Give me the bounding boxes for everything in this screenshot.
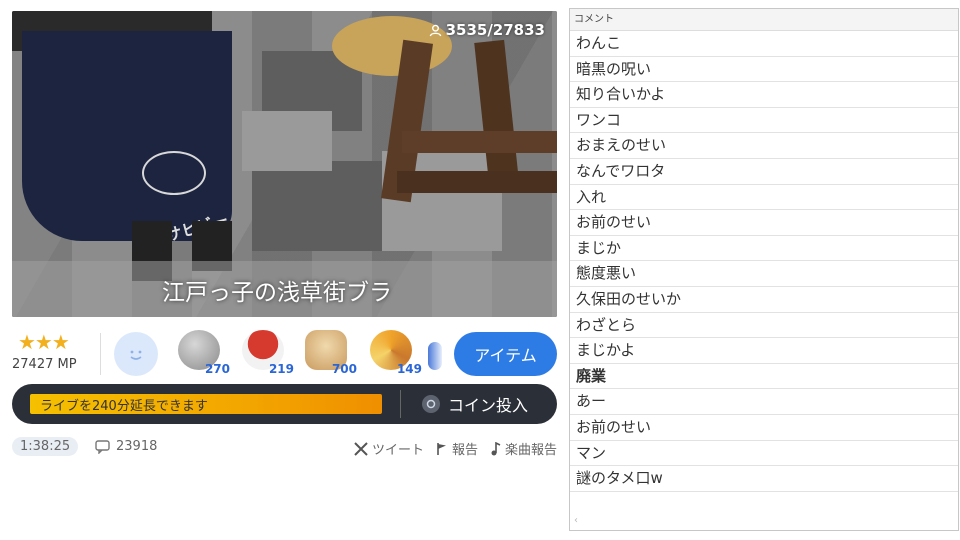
tweet-label: ツイート	[371, 443, 424, 458]
action-links: ツイート 報告 楽曲報告	[354, 439, 557, 458]
comment-row[interactable]: 知り合いかよ	[570, 82, 958, 108]
viewer-count-text: 3535/27833	[445, 21, 545, 39]
wooden-stand	[402, 131, 557, 153]
comment-row[interactable]: マン	[570, 441, 958, 467]
comment-row[interactable]: ワンコ	[570, 108, 958, 134]
stream-caption: 江戸っ子の浅草街ブラ	[162, 280, 392, 306]
gift-count: 270	[204, 362, 230, 376]
mp-count: 27427 MP	[12, 357, 77, 372]
report-label: 報告	[451, 443, 478, 458]
gift-count: 700	[331, 362, 357, 376]
gift-count: 219	[268, 362, 294, 376]
item-button[interactable]: アイテム	[454, 332, 557, 376]
coin-icon	[422, 395, 440, 413]
scroll-left-icon[interactable]: ‹	[574, 515, 578, 526]
rating-stars: ★★★	[18, 330, 70, 354]
comment-row[interactable]: 謎のタメ口w	[570, 466, 958, 492]
extension-bar: ライブを240分延長できます コイン投入	[12, 384, 557, 424]
comment-row[interactable]: まじか	[570, 236, 958, 262]
viewer-count: 3535/27833	[429, 21, 545, 39]
music-report-label: 楽曲報告	[504, 443, 557, 458]
comment-row[interactable]: あー	[570, 389, 958, 415]
comment-list[interactable]: わんこ 暗黒の呪い 知り合いかよ ワンコ おまえのせい なんでワロタ 入れ お前のせい まじか態…	[570, 31, 958, 492]
gift-coin[interactable]: 270	[176, 330, 230, 376]
comment-row[interactable]: 入れ	[570, 185, 958, 211]
comment-row[interactable]: お前のせい	[570, 415, 958, 441]
comment-icon	[95, 439, 110, 454]
comment-count: 23918	[95, 439, 157, 454]
comment-row[interactable]: わんこ	[570, 31, 958, 57]
comment-row[interactable]: まじかよ	[570, 338, 958, 364]
music-report-link[interactable]: 楽曲報告	[490, 439, 557, 458]
video-player[interactable]: アサヒビール 3535/27833 江戸っ子の浅草街ブラ	[12, 11, 557, 317]
comment-panel-header: コメント	[570, 9, 958, 31]
flag-icon	[437, 442, 446, 455]
gift-party[interactable]: 149	[368, 330, 422, 376]
person-icon	[429, 24, 441, 36]
floor-tile	[252, 161, 382, 251]
coin-insert-label: コイン投入	[448, 396, 529, 415]
music-note-icon	[491, 441, 501, 455]
comment-row[interactable]: おまえのせい	[570, 133, 958, 159]
more-gifts-icon[interactable]	[428, 342, 442, 370]
gift-count: 149	[396, 362, 422, 376]
wooden-stand	[397, 171, 557, 193]
elapsed-time: 1:38:25	[12, 437, 79, 456]
comment-row[interactable]: 暗黒の呪い	[570, 57, 958, 83]
comment-row[interactable]: 久保田のせいか	[570, 287, 958, 313]
floor-tile	[242, 111, 332, 171]
divider	[400, 390, 401, 418]
comment-row[interactable]: なんでワロタ	[570, 159, 958, 185]
comment-row[interactable]: わざとら	[570, 313, 958, 339]
report-link[interactable]: 報告	[436, 439, 478, 458]
smiley-icon[interactable]	[114, 332, 158, 376]
tweet-link[interactable]: ツイート	[354, 439, 424, 458]
person-apron: アサヒビール	[22, 31, 232, 273]
apron-logo	[142, 151, 206, 195]
comment-row[interactable]: お前のせい	[570, 210, 958, 236]
comment-row[interactable]: 態度悪い	[570, 261, 958, 287]
comment-count-text: 23918	[116, 439, 158, 454]
comment-panel[interactable]: コメント わんこ 暗黒の呪い 知り合いかよ ワンコ おまえのせい なんでワロタ 入れ お前のせ…	[569, 8, 959, 531]
x-icon	[354, 441, 368, 456]
gift-toast[interactable]: 700	[303, 330, 357, 376]
gift-sushi[interactable]: 219	[240, 330, 294, 376]
coin-insert-button[interactable]: コイン投入	[422, 384, 552, 424]
extension-text: ライブを240分延長できます	[40, 399, 208, 414]
divider	[100, 333, 101, 375]
comment-row[interactable]: 廃業	[570, 364, 958, 390]
